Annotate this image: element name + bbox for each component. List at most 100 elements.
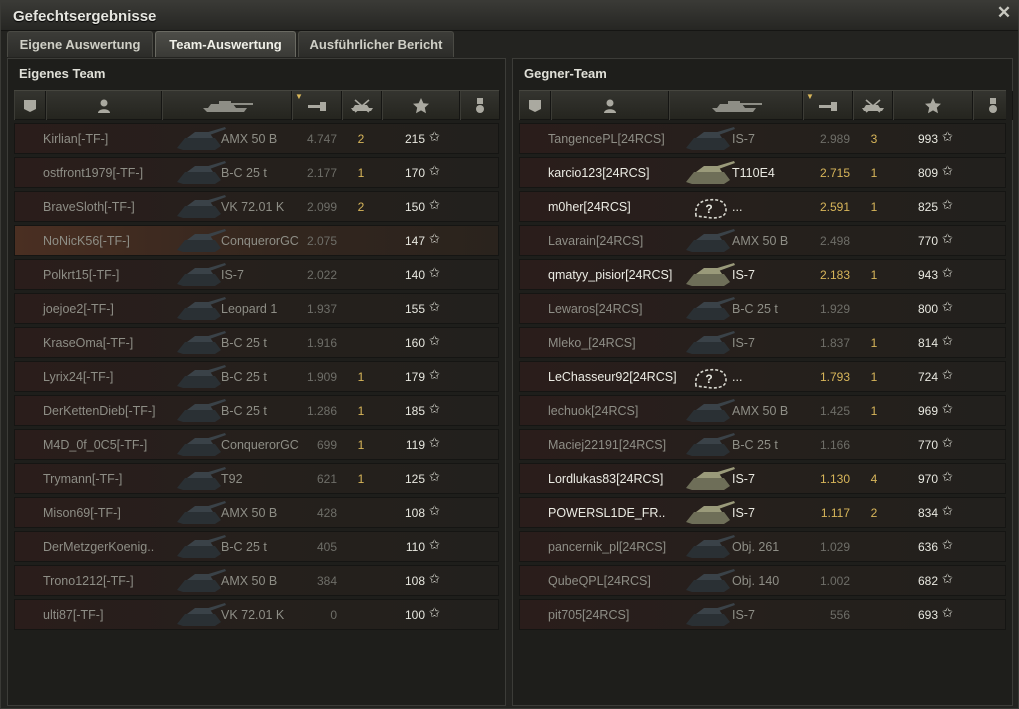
damage-value: 0: [330, 608, 337, 622]
kills-value: 2: [357, 200, 365, 214]
damage-value: 1.130: [819, 472, 850, 486]
kills-value: 1: [357, 438, 365, 452]
table-row[interactable]: ostfront1979[-TF-] B-C 25 t 2.177 1 170 ✩: [14, 157, 499, 188]
table-row[interactable]: DerMetzgerKoenig.. B-C 25 t 405 110 ✩: [14, 531, 499, 562]
tab-own-evaluation[interactable]: Eigene Auswertung: [7, 31, 153, 57]
xp-value: 108: [404, 574, 425, 588]
column-header-kills[interactable]: [342, 91, 382, 120]
table-row[interactable]: Lordlukas83[24RCS] IS-7 1.130 4 970 ✩: [519, 463, 1006, 494]
column-header-xp-star[interactable]: [893, 91, 973, 120]
table-row[interactable]: Trymann[-TF-] T92 621 1 125 ✩: [14, 463, 499, 494]
tank-icon: [684, 432, 736, 458]
table-row[interactable]: lechuok[24RCS] AMX 50 B 1.425 1 969 ✩: [519, 395, 1006, 426]
table-row[interactable]: QubeQPL[24RCS] Obj. 140 1.002 682 ✩: [519, 565, 1006, 596]
xp-star-icon: ✩: [942, 435, 953, 450]
xp-value: 970: [917, 472, 938, 486]
player-name[interactable]: ulti87[-TF-]: [43, 608, 103, 622]
table-row[interactable]: Maciej22191[24RCS] B-C 25 t 1.166 770 ✩: [519, 429, 1006, 460]
player-name[interactable]: pit705[24RCS]: [548, 608, 629, 622]
damage-value: 621: [316, 472, 337, 486]
table-row[interactable]: POWERSL1DE_FR.. IS-7 1.117 2 834 ✩: [519, 497, 1006, 528]
column-header-damage[interactable]: ▼: [292, 91, 342, 120]
player-name[interactable]: BraveSloth[-TF-]: [43, 200, 135, 214]
column-header-tank[interactable]: [669, 91, 803, 120]
player-name[interactable]: Polkrt15[-TF-]: [43, 268, 119, 282]
player-name[interactable]: Mison69[-TF-]: [43, 506, 121, 520]
close-icon[interactable]: ✕: [996, 4, 1012, 21]
table-row[interactable]: Mison69[-TF-] AMX 50 B 428 108 ✩: [14, 497, 499, 528]
player-name[interactable]: Trono1212[-TF-]: [43, 574, 134, 588]
table-row[interactable]: DerKettenDieb[-TF-] B-C 25 t 1.286 1 185 ✩: [14, 395, 499, 426]
tab-detailed-report[interactable]: Ausführlicher Bericht: [298, 31, 454, 57]
table-row[interactable]: qmatyy_pisior[24RCS] IS-7 2.183 1 943 ✩: [519, 259, 1006, 290]
player-name[interactable]: Lavarain[24RCS]: [548, 234, 643, 248]
table-row[interactable]: Lavarain[24RCS] AMX 50 B 2.498 770 ✩: [519, 225, 1006, 256]
tank-icon: [684, 398, 736, 424]
table-row[interactable]: Lewaros[24RCS] B-C 25 t 1.929 800 ✩: [519, 293, 1006, 324]
player-name[interactable]: joejoe2[-TF-]: [43, 302, 114, 316]
player-name[interactable]: qmatyy_pisior[24RCS]: [548, 268, 672, 282]
player-name[interactable]: Lyrix24[-TF-]: [43, 370, 113, 384]
table-row[interactable]: karcio123[24RCS] T110E4 2.715 1 809 ✩: [519, 157, 1006, 188]
tab-team-evaluation[interactable]: Team-Auswertung: [155, 31, 296, 57]
column-header-player[interactable]: [551, 91, 669, 120]
player-name[interactable]: karcio123[24RCS]: [548, 166, 649, 180]
table-row[interactable]: BraveSloth[-TF-] VK 72.01 K 2.099 2 150 ✩: [14, 191, 499, 222]
player-name[interactable]: Mleko_[24RCS]: [548, 336, 636, 350]
table-row[interactable]: ulti87[-TF-] VK 72.01 K 0 100 ✩: [14, 599, 499, 630]
player-name[interactable]: NoNicK56[-TF-]: [43, 234, 130, 248]
table-row[interactable]: M4D_0f_0C5[-TF-] ConquerorGC 699 1 119 ✩: [14, 429, 499, 460]
table-row[interactable]: LeChasseur92[24RCS]?... 1.793 1 724 ✩: [519, 361, 1006, 392]
kills-value: 1: [870, 404, 878, 418]
column-header-tank[interactable]: [162, 91, 292, 120]
player-name[interactable]: TangencePL[24RCS]: [548, 132, 665, 146]
column-header-player[interactable]: [46, 91, 162, 120]
player-name[interactable]: M4D_0f_0C5[-TF-]: [43, 438, 147, 452]
player-name[interactable]: pancernik_pl[24RCS]: [548, 540, 666, 554]
xp-star-icon: ✩: [429, 435, 440, 450]
table-row[interactable]: Lyrix24[-TF-] B-C 25 t 1.909 1 179 ✩: [14, 361, 499, 392]
xp-star-icon: ✩: [429, 197, 440, 212]
player-name[interactable]: DerKettenDieb[-TF-]: [43, 404, 156, 418]
table-row[interactable]: TangencePL[24RCS] IS-7 2.989 3 993 ✩: [519, 123, 1006, 154]
table-row[interactable]: KraseOma[-TF-] B-C 25 t 1.916 160 ✩: [14, 327, 499, 358]
player-name[interactable]: Lewaros[24RCS]: [548, 302, 643, 316]
player-name[interactable]: Trymann[-TF-]: [43, 472, 122, 486]
damage-value: 699: [316, 438, 337, 452]
player-name[interactable]: POWERSL1DE_FR..: [548, 506, 665, 520]
column-header-damage[interactable]: ▼: [803, 91, 853, 120]
table-row[interactable]: joejoe2[-TF-] Leopard 1 1.937 155 ✩: [14, 293, 499, 324]
player-name[interactable]: Lordlukas83[24RCS]: [548, 472, 663, 486]
xp-value: 636: [917, 540, 938, 554]
column-header-medal[interactable]: [460, 91, 500, 120]
column-header-medal[interactable]: [973, 91, 1013, 120]
table-row[interactable]: Trono1212[-TF-] AMX 50 B 384 108 ✩: [14, 565, 499, 596]
table-row[interactable]: pit705[24RCS] IS-7 556 693 ✩: [519, 599, 1006, 630]
player-name[interactable]: KraseOma[-TF-]: [43, 336, 133, 350]
column-header-platoon[interactable]: [519, 91, 551, 120]
tank-icon: [684, 126, 736, 152]
player-name[interactable]: m0her[24RCS]: [548, 200, 631, 214]
table-row[interactable]: NoNicK56[-TF-] ConquerorGC 2.075 147 ✩: [14, 225, 499, 256]
table-row[interactable]: Kirlian[-TF-] AMX 50 B 4.747 2 215 ✩: [14, 123, 499, 154]
player-name[interactable]: QubeQPL[24RCS]: [548, 574, 651, 588]
player-name[interactable]: Maciej22191[24RCS]: [548, 438, 666, 452]
xp-value: 110: [405, 540, 425, 554]
xp-value: 100: [404, 608, 425, 622]
column-header-platoon[interactable]: [14, 91, 46, 120]
table-row[interactable]: Polkrt15[-TF-] IS-7 2.022 140 ✩: [14, 259, 499, 290]
player-name[interactable]: LeChasseur92[24RCS]: [548, 370, 677, 384]
player-name[interactable]: lechuok[24RCS]: [548, 404, 638, 418]
player-name[interactable]: Kirlian[-TF-]: [43, 132, 108, 146]
table-row[interactable]: pancernik_pl[24RCS] Obj. 261 1.029 636 ✩: [519, 531, 1006, 562]
player-name[interactable]: ostfront1979[-TF-]: [43, 166, 143, 180]
tank-name: AMX 50 B: [221, 574, 278, 588]
column-header-kills[interactable]: [853, 91, 893, 120]
column-header-xp-star[interactable]: [382, 91, 460, 120]
tank-name: B-C 25 t: [221, 166, 267, 180]
table-row[interactable]: m0her[24RCS]?... 2.591 1 825 ✩: [519, 191, 1006, 222]
player-name[interactable]: DerMetzgerKoenig..: [43, 540, 154, 554]
table-row[interactable]: Mleko_[24RCS] IS-7 1.837 1 814 ✩: [519, 327, 1006, 358]
xp-value: 770: [917, 234, 938, 248]
tank-icon: [684, 466, 736, 492]
